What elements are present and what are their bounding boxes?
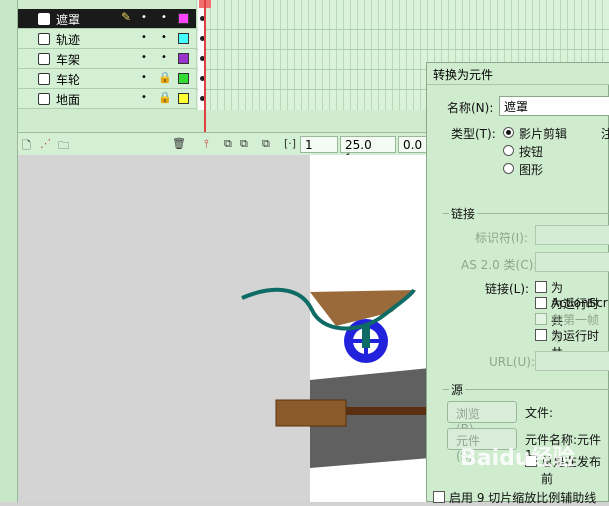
linkage-label: 链接(L):	[485, 282, 530, 296]
type-graphic-radio[interactable]	[503, 163, 514, 174]
linkage-header: 链接	[449, 205, 478, 222]
url-input[interactable]	[535, 351, 609, 371]
convert-to-symbol-dialog: 转换为元件 名称(N): 类型(T): 影片剪辑 注 按钮 图形 链接 标识符(…	[426, 62, 609, 505]
nine-slice-checkbox[interactable]	[433, 491, 445, 503]
type-button-radio[interactable]	[503, 145, 514, 156]
type-graphic-label: 图形	[519, 163, 544, 177]
identifier-input[interactable]	[535, 225, 609, 245]
type-label: 类型(T):	[451, 127, 496, 141]
file-label: 文件:	[525, 406, 554, 420]
as2-class-label: AS 2.0 类(C):	[461, 258, 538, 272]
type-button-label: 按钮	[519, 145, 544, 159]
browse-button[interactable]: 浏览(B)...	[447, 401, 517, 436]
identifier-label: 标识符(I):	[475, 231, 528, 245]
source-header: 源	[449, 381, 466, 398]
register-label: 注	[601, 127, 609, 141]
dialog-title: 转换为元件	[427, 63, 609, 85]
axle-shape[interactable]	[346, 407, 430, 415]
divider	[443, 389, 609, 390]
export-runtime-share-checkbox[interactable]	[535, 297, 547, 309]
dotted-block-shape[interactable]	[275, 399, 347, 427]
export-actionscript-checkbox[interactable]	[535, 281, 547, 293]
import-runtime-share-checkbox[interactable]	[535, 329, 547, 341]
symbol-name-input[interactable]	[499, 96, 609, 116]
nine-slice-label: 启用 9 切片缩放比例辅助线	[449, 491, 597, 505]
type-movieclip-label: 影片剪辑	[519, 127, 568, 141]
type-movieclip-radio[interactable]	[503, 127, 514, 138]
watermark-logo: Baidu经验	[460, 446, 575, 471]
export-first-frame-checkbox[interactable]	[535, 313, 547, 325]
url-label: URL(U):	[489, 355, 535, 369]
track-post	[362, 326, 370, 348]
as2-class-input[interactable]	[535, 252, 609, 272]
name-label: 名称(N):	[447, 101, 494, 115]
